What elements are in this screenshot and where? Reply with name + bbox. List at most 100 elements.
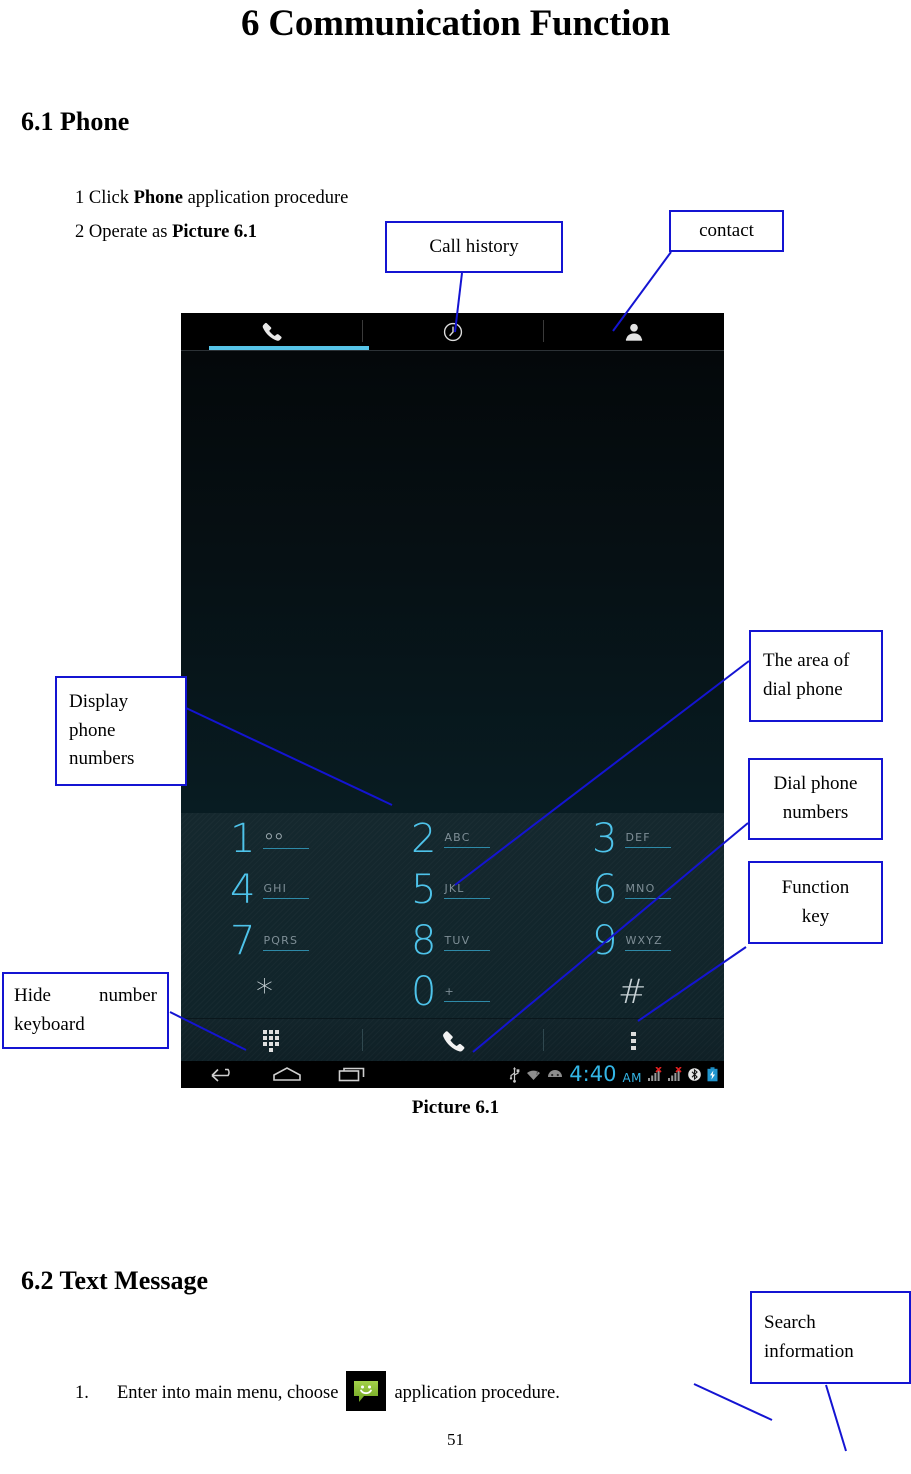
- signal-no-sim-1-icon: [648, 1067, 662, 1081]
- callout-display-phone-numbers-line3: numbers: [69, 748, 135, 770]
- dialpad-key-5[interactable]: 5 JKL: [362, 864, 543, 915]
- message-step-number: 1.: [75, 1382, 89, 1403]
- dialpad-key-star[interactable]: *: [181, 967, 362, 1018]
- dialpad: 1 ⚪⚪ 2 ABC 3 DEF 4 GHI 5 JKL 6 MNO 7 PQR…: [181, 813, 724, 1018]
- dialpad-key-4-digit: 4: [230, 866, 256, 913]
- callout-search-information-line1: Search: [764, 1311, 816, 1333]
- dialpad-key-hash[interactable]: #: [543, 967, 724, 1018]
- dialpad-key-hash-digit: #: [618, 972, 647, 1013]
- dialpad-key-9-letters: WXYZ: [625, 934, 672, 951]
- dialpad-key-1[interactable]: 1 ⚪⚪: [181, 813, 362, 864]
- dialpad-key-3-digit: 3: [592, 815, 618, 862]
- section-heading-6-2: 6.2 Text Message: [21, 1266, 209, 1295]
- dialpad-key-3-letters: DEF: [625, 831, 672, 849]
- dialpad-grid-icon: [263, 1030, 279, 1052]
- step-1-post: application procedure: [182, 188, 349, 208]
- contacts-tab[interactable]: [543, 313, 724, 350]
- dialpad-key-7-digit: 7: [230, 918, 256, 965]
- dialpad-key-8[interactable]: 8 TUV: [362, 916, 543, 967]
- dialpad-key-0-digit: 0: [411, 969, 437, 1016]
- page-number: 51: [447, 1430, 464, 1449]
- callout-function-key-line2: key: [801, 905, 830, 927]
- phone-app-screenshot: 1 ⚪⚪ 2 ABC 3 DEF 4 GHI 5 JKL 6 MNO 7 PQR…: [181, 313, 724, 1088]
- callout-call-history: Call history: [385, 221, 563, 273]
- overflow-menu-button[interactable]: [543, 1019, 724, 1062]
- callout-area-of-dial-phone-line2: dial phone: [763, 679, 843, 700]
- callout-display-phone-numbers-line1: Display: [69, 690, 129, 712]
- dialpad-key-0[interactable]: 0 +: [362, 967, 543, 1018]
- dialpad-key-8-letters: TUV: [444, 934, 491, 951]
- dialpad-key-6[interactable]: 6 MNO: [543, 864, 724, 915]
- message-step-item: 1. Enter into main menu, choose applicat…: [75, 1371, 560, 1413]
- call-log-tab[interactable]: [362, 313, 543, 350]
- step-1-pre: 1 Click: [75, 188, 134, 208]
- status-icons: ? 4:40 AM: [509, 1064, 718, 1085]
- nav-buttons: [181, 1066, 366, 1083]
- dialpad-key-8-digit: 8: [411, 918, 437, 965]
- callout-contact-label: contact: [699, 219, 754, 241]
- android-head-icon: [548, 1070, 563, 1077]
- home-icon[interactable]: [272, 1066, 302, 1083]
- three-dots-vertical-icon: [630, 1031, 636, 1050]
- svg-text:?: ?: [536, 1070, 539, 1077]
- dialpad-key-3[interactable]: 3 DEF: [543, 813, 724, 864]
- dialpad-key-2[interactable]: 2 ABC: [362, 813, 543, 864]
- step-2-text: 2 Operate as Picture 6.1: [75, 222, 257, 243]
- hide-dialpad-button[interactable]: [181, 1019, 362, 1062]
- page-title: 6 Communication Function: [241, 3, 670, 44]
- status-clock: 4:40: [569, 1062, 617, 1086]
- callout-contact: contact: [669, 210, 784, 252]
- callout-display-phone-numbers: Display phone numbers: [55, 676, 187, 786]
- figure-caption: Picture 6.1: [411, 1097, 500, 1118]
- callout-function-key-line1: Function: [781, 876, 850, 898]
- callout-dial-phone-numbers-line1: Dial phone: [773, 773, 858, 795]
- dialpad-key-star-digit: *: [256, 972, 273, 1013]
- step-1-bold: Phone: [133, 188, 183, 208]
- battery-charging-icon: [707, 1067, 718, 1082]
- step-2-pre: 2 Operate as: [75, 222, 173, 242]
- callout-search-information: Search information: [750, 1291, 911, 1384]
- recents-icon[interactable]: [338, 1066, 366, 1083]
- bluetooth-icon: [688, 1068, 701, 1081]
- callout-area-of-dial-phone: The area of dial phone: [749, 630, 883, 722]
- callout-dial-phone-numbers: Dial phone numbers: [748, 758, 883, 840]
- back-arrow-icon[interactable]: [209, 1066, 236, 1083]
- message-bubble-icon: [354, 1381, 379, 1402]
- section-heading-6-1: 6.1 Phone: [21, 107, 130, 136]
- phone-handset-icon: [442, 1030, 464, 1052]
- phone-number-display-area[interactable]: [181, 351, 724, 813]
- message-step-text-a: Enter into main menu, choose: [117, 1382, 339, 1403]
- dialpad-key-6-digit: 6: [592, 866, 618, 913]
- dialer-action-bar: [181, 1018, 724, 1062]
- phone-handset-icon: [262, 322, 282, 341]
- callout-function-key: Function key: [748, 861, 883, 944]
- person-icon: [625, 323, 642, 341]
- dialpad-key-5-letters: JKL: [444, 882, 491, 900]
- status-clock-ampm: AM: [622, 1070, 642, 1085]
- dial-call-button[interactable]: [362, 1019, 543, 1062]
- callout-display-phone-numbers-line2: phone: [69, 719, 116, 741]
- dialpad-key-1-digit: 1: [230, 815, 256, 862]
- phone-tab-bar: [181, 313, 724, 351]
- callout-hide-number-keyboard: Hide number keyboard: [2, 972, 169, 1049]
- dialpad-key-5-digit: 5: [411, 866, 437, 913]
- dialpad-key-7-letters: PQRS: [263, 934, 310, 951]
- callout-call-history-label: Call history: [429, 235, 519, 257]
- voicemail-icon: ⚪⚪: [263, 830, 310, 850]
- callout-hide-number-keyboard-line2: keyboard: [14, 1013, 85, 1035]
- dialpad-key-2-letters: ABC: [444, 831, 491, 849]
- clock-icon: [443, 322, 462, 341]
- dialpad-key-0-plus: +: [444, 985, 491, 1002]
- leader-search-information-a: [693, 1383, 773, 1421]
- callout-search-information-line2: information: [764, 1340, 854, 1362]
- system-navigation-bar: ? 4:40 AM: [181, 1061, 724, 1088]
- dialpad-key-9[interactable]: 9 WXYZ: [543, 916, 724, 967]
- callout-dial-phone-numbers-line2: numbers: [782, 802, 849, 823]
- step-1-text: 1 Click Phone application procedure: [75, 188, 348, 209]
- dialer-tab[interactable]: [181, 313, 369, 351]
- dialpad-key-7[interactable]: 7 PQRS: [181, 916, 362, 967]
- dialpad-key-4[interactable]: 4 GHI: [181, 864, 362, 915]
- dialpad-key-9-digit: 9: [592, 918, 618, 965]
- dialpad-key-4-letters: GHI: [263, 882, 310, 900]
- dialpad-key-2-digit: 2: [411, 815, 437, 862]
